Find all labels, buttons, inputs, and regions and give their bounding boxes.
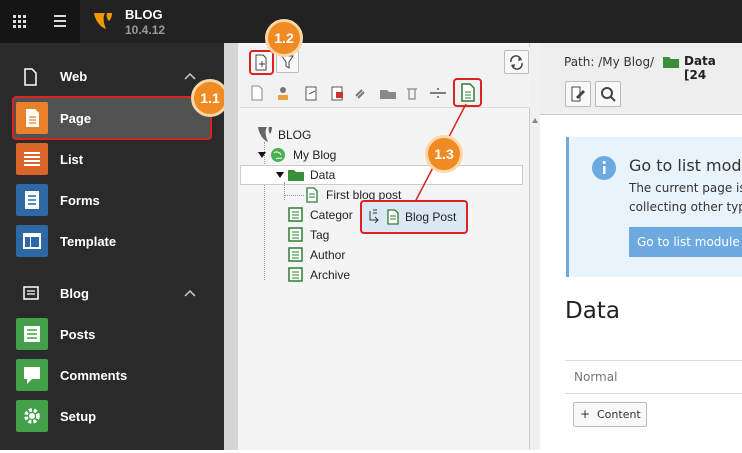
tree-line xyxy=(284,195,304,196)
info-text-line: collecting other typ xyxy=(629,200,742,214)
column-label: Normal xyxy=(574,370,618,384)
add-content-label: Content xyxy=(597,408,641,421)
grid-icon xyxy=(13,15,26,28)
folder-icon xyxy=(663,57,679,68)
sidebar-item-label[interactable]: Template xyxy=(60,234,116,249)
info-text-line: The current page is xyxy=(629,181,742,195)
chevron-up-icon[interactable] xyxy=(184,72,196,80)
edit-page-button[interactable] xyxy=(565,81,591,107)
list-folder-icon xyxy=(288,247,303,262)
group-title-blog[interactable]: Blog xyxy=(60,286,89,301)
insert-arrow-icon xyxy=(369,209,379,224)
callout-badge: 1.3 xyxy=(425,135,463,173)
refresh-icon xyxy=(510,55,523,70)
tree-node-label[interactable]: Archive xyxy=(310,268,350,282)
blog-post-icon xyxy=(387,209,399,225)
info-title: Go to list modu xyxy=(629,156,742,175)
news-icon xyxy=(23,286,39,300)
tree-node-label[interactable]: My Blog xyxy=(293,148,336,162)
forms-icon xyxy=(16,184,48,216)
tree-node-label[interactable]: Tag xyxy=(310,228,329,242)
comments-icon xyxy=(16,359,48,391)
typo3-logo-icon[interactable] xyxy=(92,10,114,32)
folder-icon xyxy=(288,170,304,181)
divider xyxy=(565,393,742,394)
sidebar-item-label[interactable]: Setup xyxy=(60,409,96,424)
dragged-blog-post[interactable]: Blog Post xyxy=(360,200,468,234)
tree-toggle[interactable] xyxy=(40,0,80,43)
list-folder-icon xyxy=(288,207,303,222)
site-name: BLOG xyxy=(125,7,163,22)
page-title: Data xyxy=(565,298,620,324)
tree-line xyxy=(264,142,265,280)
tree-node-label[interactable]: Author xyxy=(310,248,345,262)
tree-node-label[interactable]: Categor xyxy=(310,208,353,222)
sidebar-item-label[interactable]: List xyxy=(60,152,83,167)
breadcrumb-current: Data [24 xyxy=(684,54,716,82)
plus-icon: + xyxy=(580,407,591,421)
list-module-icon xyxy=(16,143,48,175)
blog-post-icon xyxy=(306,187,318,203)
edit-icon xyxy=(571,86,585,102)
tree-root-label[interactable]: BLOG xyxy=(278,128,311,142)
page-icon xyxy=(16,102,48,134)
drag-label: Blog Post xyxy=(405,210,457,224)
tree-node-label[interactable]: Data xyxy=(310,168,335,182)
tree-resize-gutter[interactable] xyxy=(224,43,238,450)
sidebar-item-label[interactable]: Posts xyxy=(60,327,95,342)
breadcrumb-path: Path: /My Blog/ xyxy=(564,55,655,69)
expand-arrow-icon[interactable] xyxy=(275,170,285,180)
sidebar-item-label[interactable]: Comments xyxy=(60,368,127,383)
sidebar-item-label: Page xyxy=(60,111,92,126)
site-version: 10.4.12 xyxy=(125,23,166,37)
search-button[interactable] xyxy=(595,81,621,107)
tree-line xyxy=(284,182,285,200)
search-icon xyxy=(601,87,616,102)
chevron-up-icon[interactable] xyxy=(184,289,196,297)
globe-icon xyxy=(271,148,285,162)
module-menu-toggle[interactable] xyxy=(0,0,40,43)
callout-badge: 1.2 xyxy=(265,19,303,57)
list-folder-icon xyxy=(288,227,303,242)
group-title-web[interactable]: Web xyxy=(60,69,87,84)
new-page-button[interactable] xyxy=(249,50,274,75)
info-icon xyxy=(592,156,616,180)
list-folder-icon xyxy=(288,267,303,282)
tree-scrollbar[interactable] xyxy=(530,43,540,450)
add-content-button[interactable]: + Content xyxy=(573,402,647,427)
template-icon xyxy=(16,225,48,257)
expand-arrow-icon[interactable] xyxy=(257,150,267,160)
new-page-icon xyxy=(255,54,267,71)
file-icon xyxy=(24,68,37,86)
sidebar-item-label[interactable]: Forms xyxy=(60,193,100,208)
posts-icon xyxy=(16,318,48,350)
go-to-list-button[interactable]: Go to list module xyxy=(629,227,742,257)
list-icon xyxy=(54,15,66,27)
typo3-root-icon xyxy=(258,127,272,142)
brand-area xyxy=(80,0,742,43)
refresh-button[interactable] xyxy=(504,50,529,74)
gear-icon xyxy=(16,400,48,432)
